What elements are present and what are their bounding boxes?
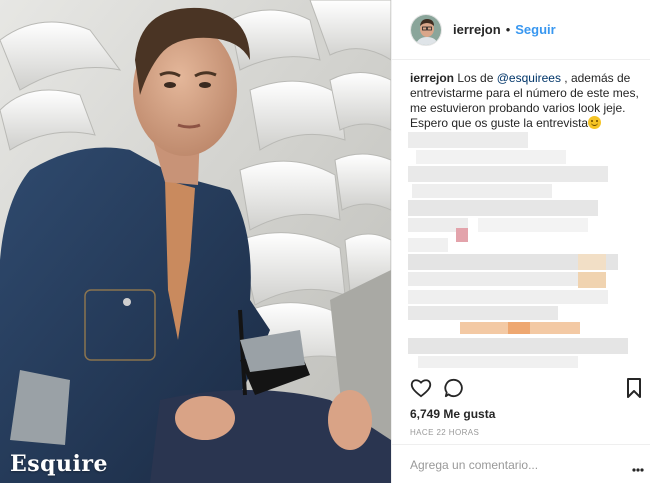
follow-button[interactable]: Seguir xyxy=(515,22,555,37)
pixelated-comments xyxy=(408,132,644,372)
caption-mention[interactable]: @esquirees xyxy=(497,71,561,85)
avatar[interactable] xyxy=(410,13,442,46)
more-dots-icon[interactable] xyxy=(632,459,644,477)
caption-username[interactable]: ierrejon xyxy=(410,71,454,85)
post-photo[interactable]: Esquire xyxy=(0,0,391,483)
post-timestamp[interactable]: HACE 22 HORAS xyxy=(410,428,479,437)
bookmark-icon[interactable] xyxy=(626,378,642,403)
username-link[interactable]: ierrejon xyxy=(453,22,501,37)
post-sidebar: ierrejon • Seguir ierrejon Los de @esqui… xyxy=(391,0,650,483)
post-actions xyxy=(392,374,650,404)
comment-icon[interactable] xyxy=(444,378,464,403)
comment-bar xyxy=(392,444,650,483)
brand-watermark: Esquire xyxy=(10,451,108,477)
post-photo-artwork xyxy=(0,0,391,483)
caption-text-before: Los de xyxy=(457,71,497,85)
post-header: ierrejon • Seguir xyxy=(392,0,650,60)
likes-count[interactable]: 6,749 Me gusta xyxy=(410,407,495,421)
heart-icon[interactable] xyxy=(410,378,432,403)
comment-input[interactable] xyxy=(410,456,610,474)
smile-emoji-icon xyxy=(588,116,602,129)
post-caption: ierrejon Los de @esquirees , además de e… xyxy=(410,71,642,131)
header-separator: • xyxy=(505,22,511,37)
